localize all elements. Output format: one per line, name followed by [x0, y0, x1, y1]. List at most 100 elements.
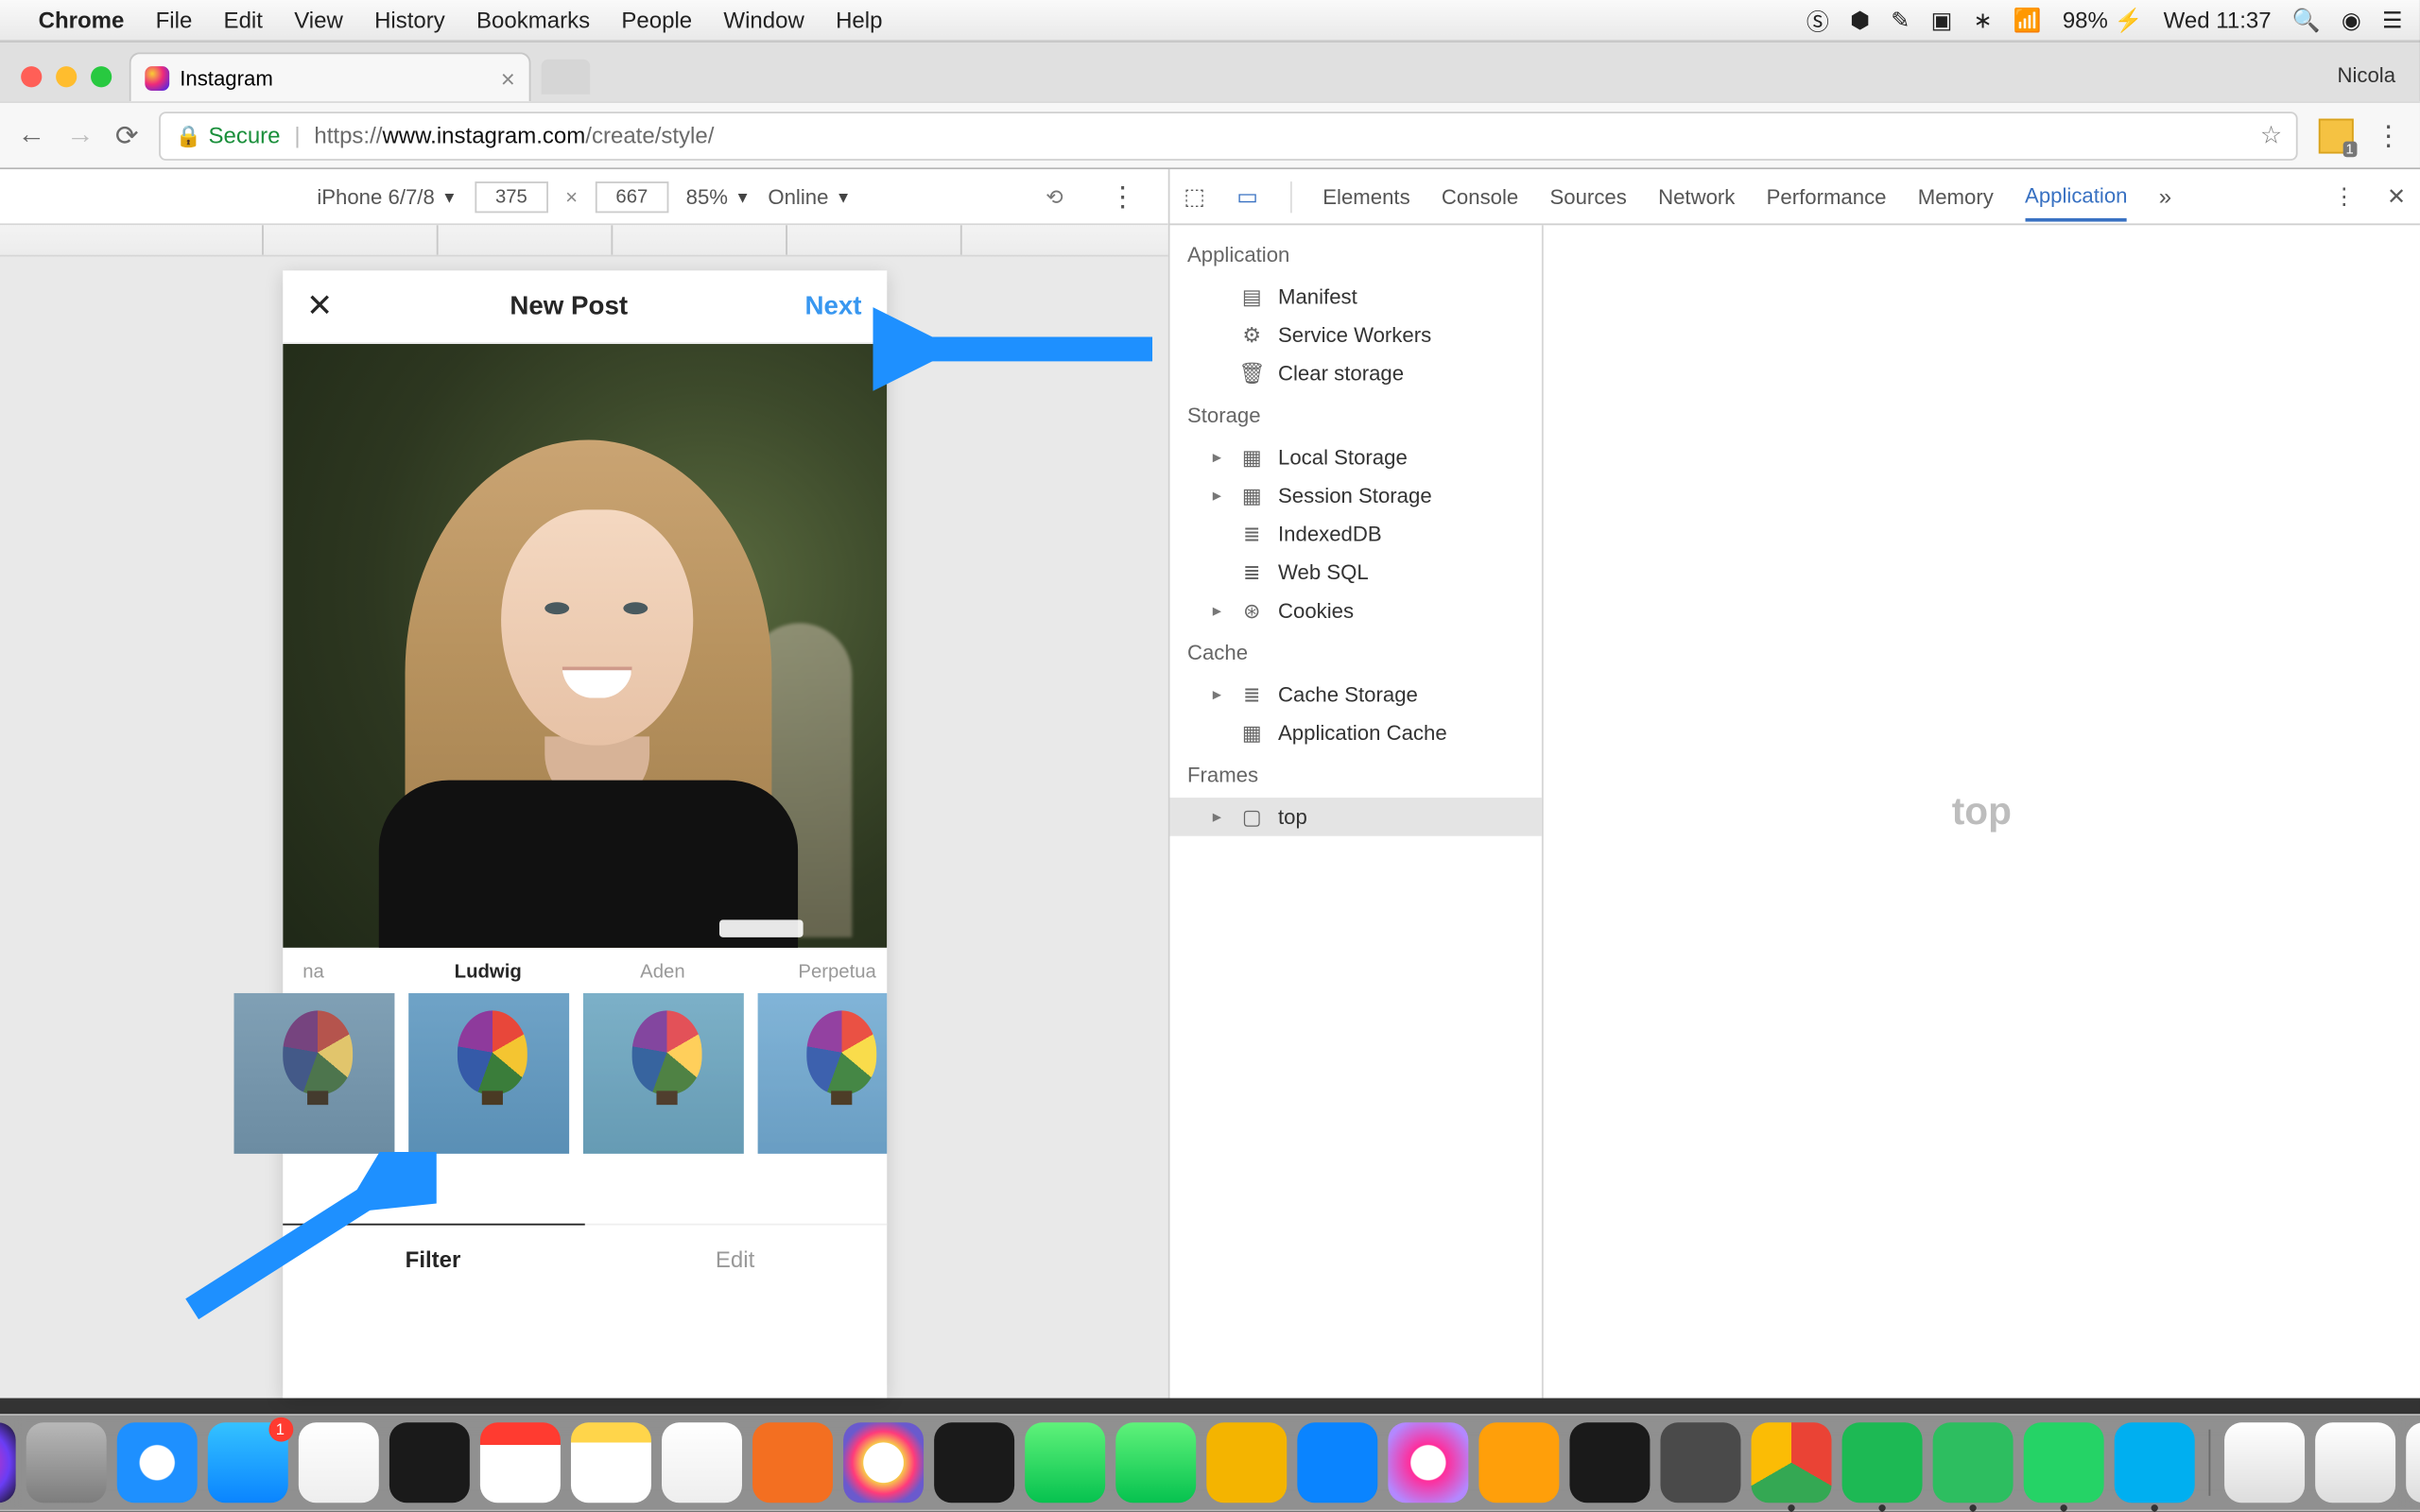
- dock-ibooks[interactable]: [1478, 1422, 1558, 1503]
- siri-menubar-icon[interactable]: ◉: [2342, 6, 2361, 34]
- dock-doc2[interactable]: [2314, 1422, 2394, 1503]
- filter-na[interactable]: na: [233, 962, 394, 1154]
- inspect-element-icon[interactable]: ⬚: [1184, 182, 1205, 211]
- wifi-menubar-icon[interactable]: 📶: [2014, 6, 2042, 34]
- rotate-device-icon[interactable]: ⟲: [1046, 184, 1063, 209]
- adobe-menubar-icon[interactable]: ▣: [1931, 6, 1953, 34]
- devtools-tab-performance[interactable]: Performance: [1767, 174, 1887, 219]
- devtools-tab-overflow[interactable]: »: [2159, 183, 2171, 210]
- dropbox-menubar-icon[interactable]: ⬢: [1850, 6, 1870, 34]
- device-height-input[interactable]: [596, 180, 669, 212]
- dock-preview[interactable]: [298, 1422, 378, 1503]
- dock-facetime[interactable]: [1115, 1422, 1195, 1503]
- secure-indicator[interactable]: 🔒Secure: [175, 122, 280, 148]
- filter-aden[interactable]: Aden: [582, 962, 743, 1154]
- dock-photos[interactable]: [842, 1422, 923, 1503]
- close-window-button[interactable]: [21, 66, 42, 87]
- menu-history[interactable]: History: [374, 7, 445, 33]
- dock-evernote[interactable]: [1932, 1422, 2013, 1503]
- devtools-tab-sources[interactable]: Sources: [1550, 174, 1627, 219]
- sidebar-item-clear-storage[interactable]: 🗑Clear storage: [1169, 354, 1541, 393]
- menu-edit[interactable]: Edit: [224, 7, 263, 33]
- tab-filter[interactable]: Filter: [282, 1224, 584, 1294]
- device-more-menu[interactable]: ⋮: [1109, 179, 1137, 214]
- chrome-profile[interactable]: Nicola: [2337, 62, 2419, 101]
- devtools-tab-network[interactable]: Network: [1658, 174, 1735, 219]
- device-mode-toggle-icon[interactable]: ▭: [1236, 182, 1258, 211]
- dock-calendar[interactable]: [479, 1422, 560, 1503]
- sidebar-item-cache-storage[interactable]: ▸≣Cache Storage: [1169, 676, 1541, 714]
- bookmark-star-icon[interactable]: ☆: [2260, 120, 2282, 149]
- address-bar[interactable]: 🔒Secure | https://www.instagram.com/crea…: [160, 111, 2298, 160]
- sidebar-item-cookies[interactable]: ▸⊛Cookies: [1169, 592, 1541, 630]
- menu-view[interactable]: View: [294, 7, 343, 33]
- dock-sublime[interactable]: [1660, 1422, 1740, 1503]
- close-icon[interactable]: ✕: [306, 288, 333, 325]
- sidebar-item-indexeddb[interactable]: ≣IndexedDB: [1169, 515, 1541, 554]
- devtools-tab-console[interactable]: Console: [1442, 174, 1518, 219]
- sidebar-item-web-sql[interactable]: ≣Web SQL: [1169, 553, 1541, 592]
- dock-1password[interactable]: [389, 1422, 469, 1503]
- devtools-tab-elements[interactable]: Elements: [1322, 174, 1409, 219]
- dock-spotify[interactable]: [1841, 1422, 1922, 1503]
- notification-center-icon[interactable]: ☰: [2382, 6, 2403, 34]
- dock-notes[interactable]: [570, 1422, 650, 1503]
- device-width-input[interactable]: [475, 180, 548, 212]
- menu-window[interactable]: Window: [723, 7, 804, 33]
- dock-siri[interactable]: [0, 1422, 15, 1503]
- dock-slides[interactable]: [1205, 1422, 1286, 1503]
- menu-bookmarks[interactable]: Bookmarks: [476, 7, 590, 33]
- dock-timer[interactable]: [933, 1422, 1013, 1503]
- dock-numbers[interactable]: [661, 1422, 741, 1503]
- browser-tab[interactable]: Instagram ×: [130, 52, 531, 101]
- dock-doc1[interactable]: [2223, 1422, 2304, 1503]
- device-select[interactable]: iPhone 6/7/8: [317, 184, 457, 209]
- sidebar-item-application-cache[interactable]: ▦Application Cache: [1169, 713, 1541, 752]
- dock-messages[interactable]: [1024, 1422, 1104, 1503]
- skype-menubar-icon[interactable]: Ⓢ: [1806, 4, 1829, 37]
- post-preview-image[interactable]: [282, 344, 886, 948]
- chrome-menu-button[interactable]: ⋮: [2375, 118, 2403, 153]
- forward-button[interactable]: →: [66, 120, 95, 151]
- dock-skype[interactable]: [2114, 1422, 2194, 1503]
- sidebar-item-session-storage[interactable]: ▸▦Session Storage: [1169, 476, 1541, 515]
- bluetooth-menubar-icon[interactable]: ∗: [1973, 6, 1992, 34]
- dock-itunes[interactable]: [1387, 1422, 1467, 1503]
- sidebar-item-manifest[interactable]: ▤Manifest: [1169, 278, 1541, 317]
- dock-appstore[interactable]: 1: [207, 1422, 287, 1503]
- tab-edit[interactable]: Edit: [584, 1226, 887, 1294]
- back-button[interactable]: ←: [17, 120, 45, 151]
- extension-icon[interactable]: 1: [2319, 118, 2354, 153]
- devtools-close-icon[interactable]: ✕: [2387, 182, 2406, 211]
- clock[interactable]: Wed 11:37: [2164, 7, 2272, 33]
- menu-file[interactable]: File: [156, 7, 193, 33]
- zoom-select[interactable]: 85%: [686, 184, 751, 209]
- sidebar-item-top[interactable]: ▸▢top: [1169, 798, 1541, 836]
- filter-ludwig[interactable]: Ludwig: [407, 962, 568, 1154]
- sidebar-item-local-storage[interactable]: ▸▦Local Storage: [1169, 438, 1541, 477]
- next-button[interactable]: Next: [804, 291, 861, 320]
- evernote-menubar-icon[interactable]: ✎: [1891, 6, 1910, 34]
- devtools-tab-memory[interactable]: Memory: [1918, 174, 1994, 219]
- dock-harvest[interactable]: [752, 1422, 832, 1503]
- devtools-tab-application[interactable]: Application: [2025, 172, 2127, 221]
- dock-safari[interactable]: [116, 1422, 197, 1503]
- dock-chrome[interactable]: [1751, 1422, 1831, 1503]
- network-throttle-select[interactable]: Online: [768, 184, 851, 209]
- minimize-window-button[interactable]: [56, 66, 77, 87]
- zoom-window-button[interactable]: [91, 66, 112, 87]
- close-tab-button[interactable]: ×: [501, 63, 515, 92]
- dock-terminal[interactable]: [1569, 1422, 1650, 1503]
- dock-launchpad[interactable]: [26, 1422, 106, 1503]
- sidebar-item-service-workers[interactable]: ⚙Service Workers: [1169, 316, 1541, 354]
- battery-status[interactable]: 98% ⚡: [2063, 6, 2143, 34]
- dock-doc3[interactable]: [2405, 1422, 2420, 1503]
- filter-perpetua[interactable]: Perpetua: [757, 962, 887, 1154]
- new-tab-button[interactable]: [542, 60, 591, 94]
- menu-help[interactable]: Help: [836, 7, 882, 33]
- dock-keynote[interactable]: [1296, 1422, 1376, 1503]
- app-menu[interactable]: Chrome: [39, 7, 125, 33]
- spotlight-icon[interactable]: 🔍: [2292, 6, 2321, 34]
- reload-button[interactable]: ⟳: [115, 118, 139, 153]
- menu-people[interactable]: People: [621, 7, 692, 33]
